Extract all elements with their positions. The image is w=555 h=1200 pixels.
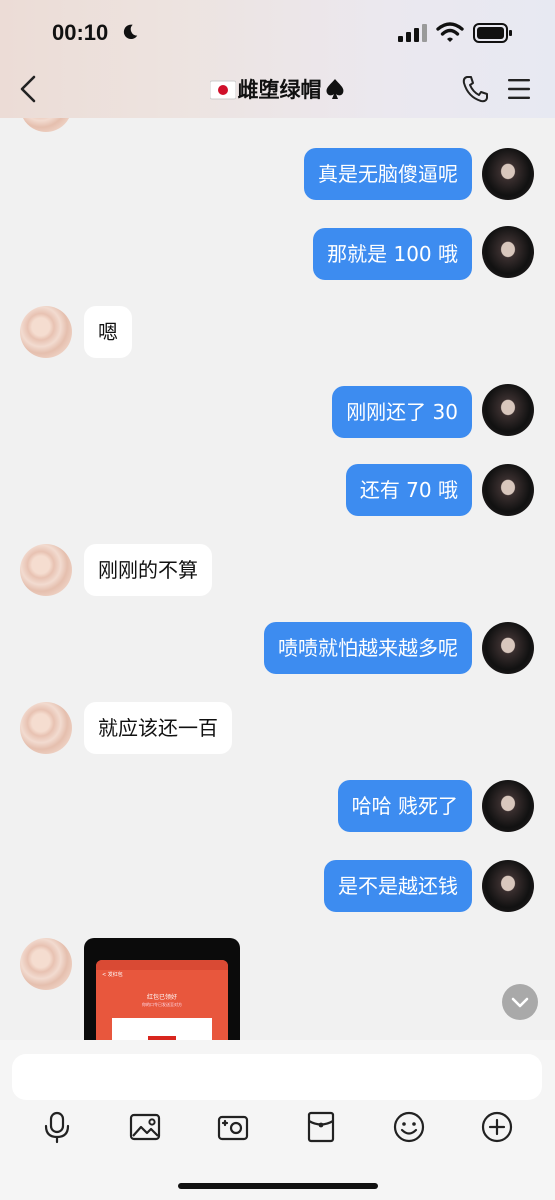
home-indicator (178, 1183, 378, 1189)
moon-icon (123, 24, 138, 40)
self-avatar[interactable] (482, 384, 534, 436)
self-avatar[interactable] (482, 860, 534, 912)
thumbnail-app-header: < 发红包 (102, 972, 123, 978)
message-input[interactable] (12, 1054, 542, 1100)
image-icon[interactable] (128, 1110, 162, 1144)
menu-icon[interactable] (507, 76, 531, 102)
self-avatar[interactable] (482, 622, 534, 674)
chat-area[interactable]: 真是无脑傻逼呢 那就是 100 哦 嗯 刚刚还了 30 还有 70 哦 刚刚的不… (0, 118, 555, 1040)
red-packet-icon[interactable] (304, 1110, 338, 1144)
self-avatar[interactable] (482, 148, 534, 200)
microphone-icon[interactable] (40, 1110, 74, 1144)
self-avatar[interactable] (482, 464, 534, 516)
message-bubble-outgoing[interactable]: 哈哈 贱死了 (337, 780, 472, 832)
self-avatar[interactable] (482, 226, 534, 278)
status-time: 00:10 (52, 20, 109, 45)
chevron-down-icon (511, 997, 529, 1008)
contact-avatar[interactable] (20, 938, 72, 990)
message-bubble-outgoing[interactable]: 刚刚还了 30 (332, 386, 472, 438)
top-bar: 00:10 雌堕绿帽 (0, 0, 555, 118)
scroll-down-button[interactable] (502, 984, 538, 1020)
contact-avatar[interactable] (20, 118, 72, 132)
phone-screenshot-thumbnail: < 发红包 红包已领好 你的口令已发送至对方 (96, 960, 228, 1040)
thumbnail-line2: 你的口令已发送至对方 (142, 1002, 182, 1007)
message-bubble-outgoing[interactable]: 是不是越还钱 (324, 860, 472, 912)
cellular-signal-icon (398, 24, 427, 42)
message-bubble-outgoing[interactable]: 啧啧就怕越来越多呢 (264, 622, 472, 674)
wifi-icon (436, 22, 464, 42)
message-bubble-incoming[interactable]: 就应该还一百 (84, 702, 232, 754)
message-bubble-outgoing[interactable]: 还有 70 哦 (345, 464, 472, 516)
message-bubble-incoming[interactable]: 嗯 (84, 306, 132, 358)
contact-avatar[interactable] (20, 306, 72, 358)
phone-icon[interactable] (460, 74, 490, 104)
self-avatar[interactable] (482, 780, 534, 832)
thumbnail-line1: 红包已领好 (146, 994, 177, 1001)
plus-icon[interactable] (480, 1110, 514, 1144)
battery-icon (473, 23, 512, 43)
message-bubble-outgoing[interactable]: 那就是 100 哦 (313, 228, 472, 280)
japan-flag-icon (209, 80, 236, 100)
message-bubble-incoming[interactable]: 刚刚的不算 (84, 544, 212, 596)
image-message[interactable]: < 发红包 红包已领好 你的口令已发送至对方 (84, 938, 240, 1040)
contact-avatar[interactable] (20, 544, 72, 596)
chat-title-text: 雌堕绿帽 (237, 78, 322, 102)
spade-icon (326, 79, 343, 99)
composer-area (0, 1040, 555, 1200)
emoji-icon[interactable] (392, 1110, 426, 1144)
message-bubble-outgoing[interactable]: 真是无脑傻逼呢 (304, 148, 472, 200)
contact-avatar[interactable] (20, 702, 72, 754)
camera-icon[interactable] (216, 1110, 250, 1144)
